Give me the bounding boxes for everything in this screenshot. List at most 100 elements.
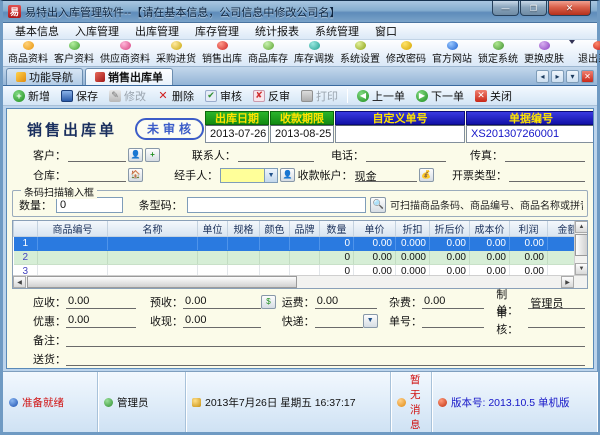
maximize-button[interactable]	[520, 1, 547, 16]
table-row[interactable]: 3 0 0.00 0.000 0.00 0.00 0.00	[13, 264, 587, 275]
menu-stock[interactable]: 库存管理	[187, 22, 247, 40]
search-icon[interactable]	[370, 196, 386, 213]
barcode-hint: 可扫描商品条码、商品编号、商品名称或拼音码	[389, 201, 583, 212]
new-button[interactable]: 新增	[8, 87, 55, 105]
status-datetime: 2013年7月26日 星期五 16:37:17	[186, 372, 391, 432]
tab-sales-order[interactable]: 销售出库单	[85, 68, 173, 85]
tab-scroll-left-icon[interactable]	[536, 70, 549, 83]
menu-reports[interactable]: 统计报表	[247, 22, 307, 40]
add-icon	[13, 89, 25, 102]
warehouse-input[interactable]	[68, 168, 126, 182]
toolbar-stock-transfer[interactable]: 库存调拨	[291, 40, 337, 66]
toolbar-exit-system[interactable]: 退出系统	[575, 40, 600, 66]
receivable-input[interactable]: 0.00	[66, 295, 136, 309]
toolbar-change-skin[interactable]: 更换皮肤	[521, 40, 567, 66]
message-icon	[397, 397, 406, 407]
handler-lookup-icon[interactable]: 👤	[280, 168, 296, 182]
invoice-type-input[interactable]	[509, 168, 586, 182]
handler-select[interactable]	[220, 167, 279, 183]
table-row[interactable]: 2 0 0.00 0.000 0.00 0.00 0.00	[13, 250, 587, 265]
scroll-up-icon[interactable]	[575, 221, 587, 233]
fax-input[interactable]	[505, 148, 585, 162]
action-toolbar: 新增 保存 修改 删除 审核 反审 打印 上一单 下一单 关闭	[3, 86, 597, 106]
doc-no-input[interactable]: XS201307260001	[466, 125, 593, 143]
delete-button[interactable]: 删除	[152, 87, 199, 105]
out-date-input[interactable]: 2013-07-26	[205, 125, 270, 143]
remark-input[interactable]	[66, 333, 585, 347]
fax-field: 传真：	[470, 147, 585, 163]
menu-outbound[interactable]: 出库管理	[127, 22, 187, 40]
toolbar-official-site[interactable]: 官方网站	[429, 40, 475, 66]
barcode-input[interactable]	[186, 196, 367, 213]
contact-input[interactable]	[237, 148, 314, 162]
unaudit-button[interactable]: 反审	[248, 87, 295, 105]
express-no-input[interactable]	[421, 314, 484, 328]
menu-inbound[interactable]: 入库管理	[67, 22, 127, 40]
table-row[interactable]: 1 0 0.00 0.000 0.00 0.00 0.00	[13, 236, 587, 251]
phone-field: 电话：	[331, 147, 470, 163]
delivery-input[interactable]	[66, 352, 585, 366]
toolbar-lock-system[interactable]: 锁定系统	[475, 40, 521, 66]
barcode-panel-title: 条码扫描输入框	[21, 184, 97, 199]
horizontal-scrollbar[interactable]	[13, 275, 587, 288]
toolbar-settings[interactable]: 系统设置	[337, 40, 383, 66]
add-customer-icon[interactable]: +	[145, 148, 160, 162]
express-dropdown-icon[interactable]: ▼	[362, 313, 378, 328]
scroll-right-icon[interactable]	[561, 276, 574, 288]
customer-input[interactable]	[68, 148, 126, 162]
vscroll-thumb[interactable]	[575, 234, 587, 256]
express-input[interactable]	[314, 314, 363, 328]
scroll-down-icon[interactable]	[575, 263, 587, 275]
toolbar-product-stock[interactable]: 商品库存	[245, 40, 291, 66]
prev-order-button[interactable]: 上一单	[352, 87, 410, 105]
close-order-button[interactable]: 关闭	[470, 87, 517, 105]
phone-input[interactable]	[365, 148, 446, 162]
toolbar-customer-data[interactable]: 客户资料	[51, 40, 97, 66]
customer-lookup-icon[interactable]: 👤	[128, 148, 143, 162]
next-order-button[interactable]: 下一单	[411, 87, 469, 105]
minimize-button[interactable]	[492, 1, 519, 16]
audit-button[interactable]: 审核	[200, 87, 247, 105]
tab-list-icon[interactable]	[566, 70, 579, 83]
custom-no-input[interactable]	[335, 125, 466, 143]
main-toolbar: 商品资料 客户资料 供应商资料 采购进货 销售出库 商品库存 库存调拨 系统设置…	[3, 40, 600, 67]
toolbar-product-data[interactable]: 商品资料	[5, 40, 51, 66]
edit-button[interactable]: 修改	[104, 87, 151, 105]
cash-received-input[interactable]: 0.00	[183, 314, 262, 328]
close-button[interactable]	[548, 1, 591, 16]
save-button[interactable]: 保存	[56, 87, 103, 105]
purchase-icon	[170, 41, 182, 50]
toolbar-change-password[interactable]: 修改密码	[383, 40, 429, 66]
form-header: 销售出库单 未审核 出库日期 2013-07-26 收款期限 2013-08-2…	[7, 109, 593, 145]
warehouse-lookup-icon[interactable]: 🏠	[128, 168, 143, 182]
account-input[interactable]: 现金	[354, 168, 417, 183]
hscroll-thumb[interactable]	[27, 276, 297, 288]
exit-icon	[592, 41, 600, 50]
discount-input[interactable]: 0.00	[66, 314, 136, 328]
toolbar-purchase-in[interactable]: 采购进货	[153, 40, 199, 66]
audit-check-icon	[205, 89, 217, 102]
tab-close-icon[interactable]	[581, 70, 594, 83]
form-title: 销售出库单	[27, 122, 118, 139]
due-date-input[interactable]: 2013-08-25	[270, 125, 335, 143]
tab-function-nav[interactable]: 功能导航	[6, 68, 83, 85]
due-date-field: 收款期限 2013-08-25	[270, 111, 335, 145]
vertical-scrollbar[interactable]	[574, 221, 587, 275]
tab-controls	[536, 70, 594, 85]
prepaid-money-icon[interactable]: $	[261, 294, 277, 309]
express-field: 快递： ▼	[282, 313, 389, 329]
status-bar: 准备就绪 管理员 2013年7月26日 星期五 16:37:17 暂无消息 版本…	[3, 371, 597, 432]
toolbar-supplier-data[interactable]: 供应商资料	[97, 40, 153, 66]
prepaid-input[interactable]: 0.00	[183, 295, 262, 309]
tab-scroll-right-icon[interactable]	[551, 70, 564, 83]
toolbar-sales-out[interactable]: 销售出库	[199, 40, 245, 66]
misc-fee-input[interactable]: 0.00	[421, 295, 484, 309]
freight-input[interactable]: 0.00	[314, 295, 377, 309]
print-button[interactable]: 打印	[296, 87, 343, 105]
scroll-left-icon[interactable]	[13, 276, 26, 288]
chevron-down-icon[interactable]	[264, 168, 278, 182]
menu-basic-info[interactable]: 基本信息	[7, 22, 67, 40]
menu-window[interactable]: 窗口	[367, 22, 405, 40]
menu-system[interactable]: 系统管理	[307, 22, 367, 40]
account-lookup-icon[interactable]: 💰	[418, 168, 434, 182]
